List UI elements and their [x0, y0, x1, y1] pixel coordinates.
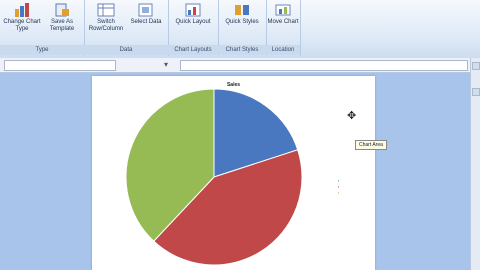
chart-icon: [13, 3, 31, 17]
chart-area-tooltip: Chart Area: [355, 140, 387, 150]
template-icon: [53, 3, 71, 17]
mouse-cursor-icon: ✥: [347, 110, 357, 122]
styles-icon: [233, 3, 251, 17]
scroll-up-icon[interactable]: [472, 62, 480, 70]
pie-chart[interactable]: [92, 76, 375, 270]
switch-row-column-button[interactable]: Switch Row/Column: [86, 1, 126, 43]
formula-bar: ▾: [0, 58, 480, 73]
save-as-template-label: Save As Template: [49, 19, 75, 32]
group-label-type: Type: [0, 45, 84, 55]
quick-styles-button[interactable]: Quick Styles: [222, 1, 262, 43]
select-data-icon: [137, 3, 155, 17]
save-as-template-button[interactable]: Save As Template: [42, 1, 82, 43]
group-chart-styles: Quick Styles Chart Styles: [218, 0, 267, 56]
scroll-thumb[interactable]: [472, 88, 480, 96]
chart-legend[interactable]: ▪ ▪ ▪: [338, 178, 339, 196]
switch-icon: [97, 3, 115, 17]
move-chart-icon: [274, 3, 292, 17]
formula-input[interactable]: [180, 60, 468, 71]
group-label-chart-layouts: Chart Layouts: [168, 45, 218, 55]
layout-icon: [184, 3, 202, 17]
legend-entry: ▪: [338, 190, 340, 195]
move-chart-button[interactable]: Move Chart: [263, 1, 303, 43]
move-chart-label: Move Chart: [267, 19, 299, 25]
change-chart-type-button[interactable]: Change Chart Type: [2, 1, 42, 43]
group-label-location: Location: [266, 45, 300, 55]
chart-area[interactable]: Sales ▪ ▪ ▪: [92, 76, 375, 270]
switch-row-column-label: Switch Row/Column: [88, 19, 124, 32]
quick-styles-label: Quick Styles: [225, 19, 259, 25]
name-box[interactable]: [4, 60, 116, 71]
group-data: Switch Row/Column Select Data Data: [84, 0, 169, 56]
select-data-label: Select Data: [130, 19, 162, 25]
quick-layout-button[interactable]: Quick Layout: [173, 1, 213, 43]
change-chart-type-label: Change Chart Type: [3, 19, 41, 32]
group-location: Move Chart Location: [266, 0, 301, 56]
function-icon[interactable]: ▾: [164, 60, 168, 69]
vertical-scrollbar[interactable]: [470, 58, 480, 270]
select-data-button[interactable]: Select Data: [126, 1, 166, 43]
group-chart-layouts: Quick Layout Chart Layouts: [168, 0, 219, 56]
ribbon: Change Chart Type Save As Template Type …: [0, 0, 480, 59]
group-type: Change Chart Type Save As Template Type: [0, 0, 85, 56]
quick-layout-label: Quick Layout: [175, 19, 211, 25]
group-label-data: Data: [84, 45, 168, 55]
group-label-chart-styles: Chart Styles: [218, 45, 266, 55]
